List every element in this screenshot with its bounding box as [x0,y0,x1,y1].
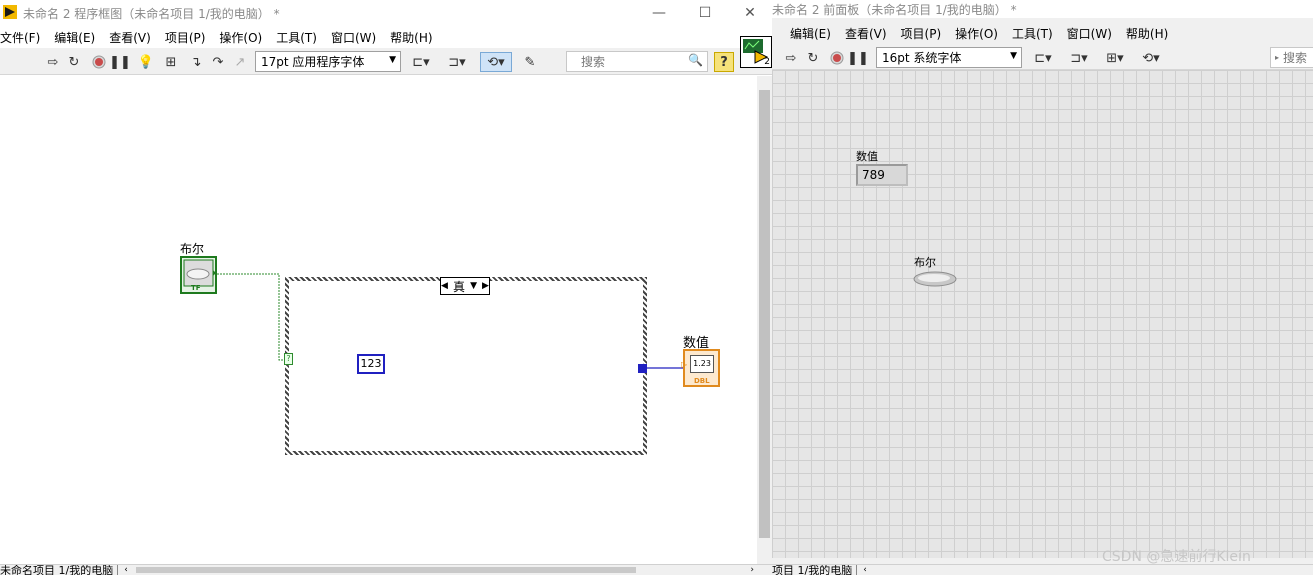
resize-objects-icon[interactable]: ⊞▾ [1100,48,1130,68]
scrollbar-thumb[interactable] [759,90,770,538]
boolean-label: 布尔 [914,256,936,269]
search-icon[interactable]: 🔍 [688,53,703,67]
menu-operate[interactable]: 操作(O) [948,25,1005,42]
run-icon[interactable]: ⇨ [782,48,800,68]
search-input[interactable]: 搜索 🔍 [566,51,708,72]
menu-window[interactable]: 窗口(W) [324,29,383,46]
font-select[interactable]: 16pt 系统字体 ▼ [876,47,1022,68]
menu-bar: 文件(F) 编辑(E) 查看(V) 项目(P) 操作(O) 工具(T) 窗口(W… [0,26,772,48]
menu-operate[interactable]: 操作(O) [212,29,269,46]
font-select-value: 17pt 应用程序字体 [261,55,365,69]
front-panel-window: 未命名 2 前面板（未命名项目 1/我的电脑） * 编辑(E) 查看(V) 项目… [772,0,1313,575]
pause-icon[interactable]: ❚❚ [109,52,131,72]
menu-project[interactable]: 项目(P) [158,29,213,46]
menu-window[interactable]: 窗口(W) [1060,25,1119,42]
search-placeholder: 搜索 [581,55,606,69]
maximize-icon[interactable]: ☐ [682,0,728,26]
retain-wire-values-icon[interactable]: ⊞ [160,52,182,72]
close-icon[interactable]: ✕ [727,0,772,26]
input-arrow-icon: ▷ [681,360,688,369]
chevron-down-icon: ▼ [1010,51,1017,61]
connector-pane-number: 2 [764,57,770,67]
decrement-case-icon[interactable]: ◀ [441,281,448,291]
numeric-indicator-terminal[interactable]: 1.23 ▷ DBL [681,349,720,387]
search-input[interactable]: ▸ 搜索 [1270,47,1313,68]
font-select-value: 16pt 系统字体 [882,51,962,65]
status-bar: 未命名项目 1/我的电脑 ‹ › [0,564,772,575]
menu-help[interactable]: 帮助(H) [1119,25,1175,42]
distribute-objects-icon[interactable]: ⊐▾ [442,52,472,72]
menu-file[interactable]: 文件(F) [0,29,47,46]
menu-edit[interactable]: 编辑(E) [772,25,838,42]
search-placeholder: 搜索 [1283,51,1308,65]
highlight-execution-icon[interactable]: 💡 [136,52,156,72]
reorder-icon[interactable]: ⟲▾ [480,52,512,72]
font-select[interactable]: 17pt 应用程序字体 ▼ [255,51,401,72]
case-structure[interactable] [285,277,647,455]
boolean-terminal[interactable]: TF [180,256,217,294]
window-title: 未命名 2 前面板（未命名项目 1/我的电脑） * [772,2,1017,17]
boolean-led-indicator[interactable] [913,271,957,287]
step-into-icon[interactable]: ↴ [186,52,206,72]
horizontal-scrollbar[interactable] [135,567,636,573]
menu-help[interactable]: 帮助(H) [383,29,439,46]
numeric-label: 数值 [856,150,878,163]
numeric-terminal-type: DBL [694,377,710,385]
toolbar: ⇨ ↻ ❚❚ 16pt 系统字体 ▼ ⊏▾ ⊐▾ ⊞▾ ⟲▾ ▸ 搜索 [772,44,1313,70]
abort-icon[interactable] [90,52,108,72]
menu-view[interactable]: 查看(V) [838,25,894,42]
chevron-down-icon: ▼ [389,55,396,65]
minimize-icon[interactable]: — [636,0,682,26]
clean-up-diagram-icon[interactable]: ✎ [518,52,542,72]
abort-icon[interactable] [828,48,846,68]
toolbar: ⇨ ↻ ❚❚ 💡 ⊞ ↴ ↷ ↗ 17pt 应用程序字体 ▼ ⊏▾ ⊐▾ ⟲▾ … [0,48,772,75]
boolean-terminal-type: TF [191,284,201,292]
run-continuously-icon[interactable]: ↻ [64,52,84,72]
title-bar: 未命名 2 前面板（未命名项目 1/我的电脑） * [772,0,1313,18]
menu-bar: 编辑(E) 查看(V) 项目(P) 操作(O) 工具(T) 窗口(W) 帮助(H… [772,22,1313,44]
window-title: 未命名 2 程序框图（未命名项目 1/我的电脑） * [23,6,280,21]
numeric-indicator-value: 1.23 [690,355,714,373]
run-icon[interactable]: ⇨ [44,52,62,72]
distribute-objects-icon[interactable]: ⊐▾ [1064,48,1094,68]
increment-case-icon[interactable]: ▶ [482,281,489,291]
vertical-scrollbar[interactable] [757,76,772,564]
step-over-icon[interactable]: ↷ [208,52,228,72]
status-path: 项目 1/我的电脑 [772,565,858,575]
numeric-indicator[interactable]: 789 [856,164,908,186]
case-selector-terminal[interactable]: ? [284,353,293,365]
numeric-constant[interactable]: 123 [357,354,385,374]
case-selector[interactable]: ◀ 真 ▼ ▶ [440,277,490,295]
chevron-down-icon[interactable]: ▼ [470,281,477,291]
chevron-left-icon[interactable]: ‹ [118,565,128,575]
expand-search-icon[interactable]: ▸ [1275,53,1279,62]
block-diagram-canvas[interactable]: 布尔 TF ◀ 真 ▼ ▶ ? 123 数值 1.23 ▷ DBL [0,76,757,564]
context-help-icon[interactable]: ? [714,52,734,72]
pause-icon[interactable]: ❚❚ [847,48,869,68]
status-path: 未命名项目 1/我的电脑 [0,565,119,575]
boolean-label: 布尔 [180,242,205,256]
menu-edit[interactable]: 编辑(E) [47,29,102,46]
watermark: CSDN @急速前行Klein [1102,549,1251,565]
menu-view[interactable]: 查看(V) [102,29,158,46]
output-tunnel[interactable] [638,364,647,373]
labview-app-icon [3,4,17,22]
run-continuously-icon[interactable]: ↻ [803,48,823,68]
reorder-icon[interactable]: ⟲▾ [1136,48,1166,68]
step-out-icon[interactable]: ↗ [230,52,250,72]
chevron-right-icon[interactable]: › [750,565,772,575]
menu-project[interactable]: 项目(P) [894,25,949,42]
block-diagram-window: 未命名 2 程序框图（未命名项目 1/我的电脑） * — ☐ ✕ 文件(F) 编… [0,0,772,575]
chevron-left-icon[interactable]: ‹ [857,565,867,575]
boolean-wire[interactable] [217,273,286,361]
align-objects-icon[interactable]: ⊏▾ [406,52,436,72]
align-objects-icon[interactable]: ⊏▾ [1028,48,1058,68]
case-selector-value: 真 [452,279,465,294]
menu-tools[interactable]: 工具(T) [1005,25,1060,42]
front-panel-canvas[interactable]: 数值 789 布尔 [772,70,1313,558]
connector-pane-icon[interactable]: 2 [740,36,772,68]
menu-tools[interactable]: 工具(T) [269,29,324,46]
